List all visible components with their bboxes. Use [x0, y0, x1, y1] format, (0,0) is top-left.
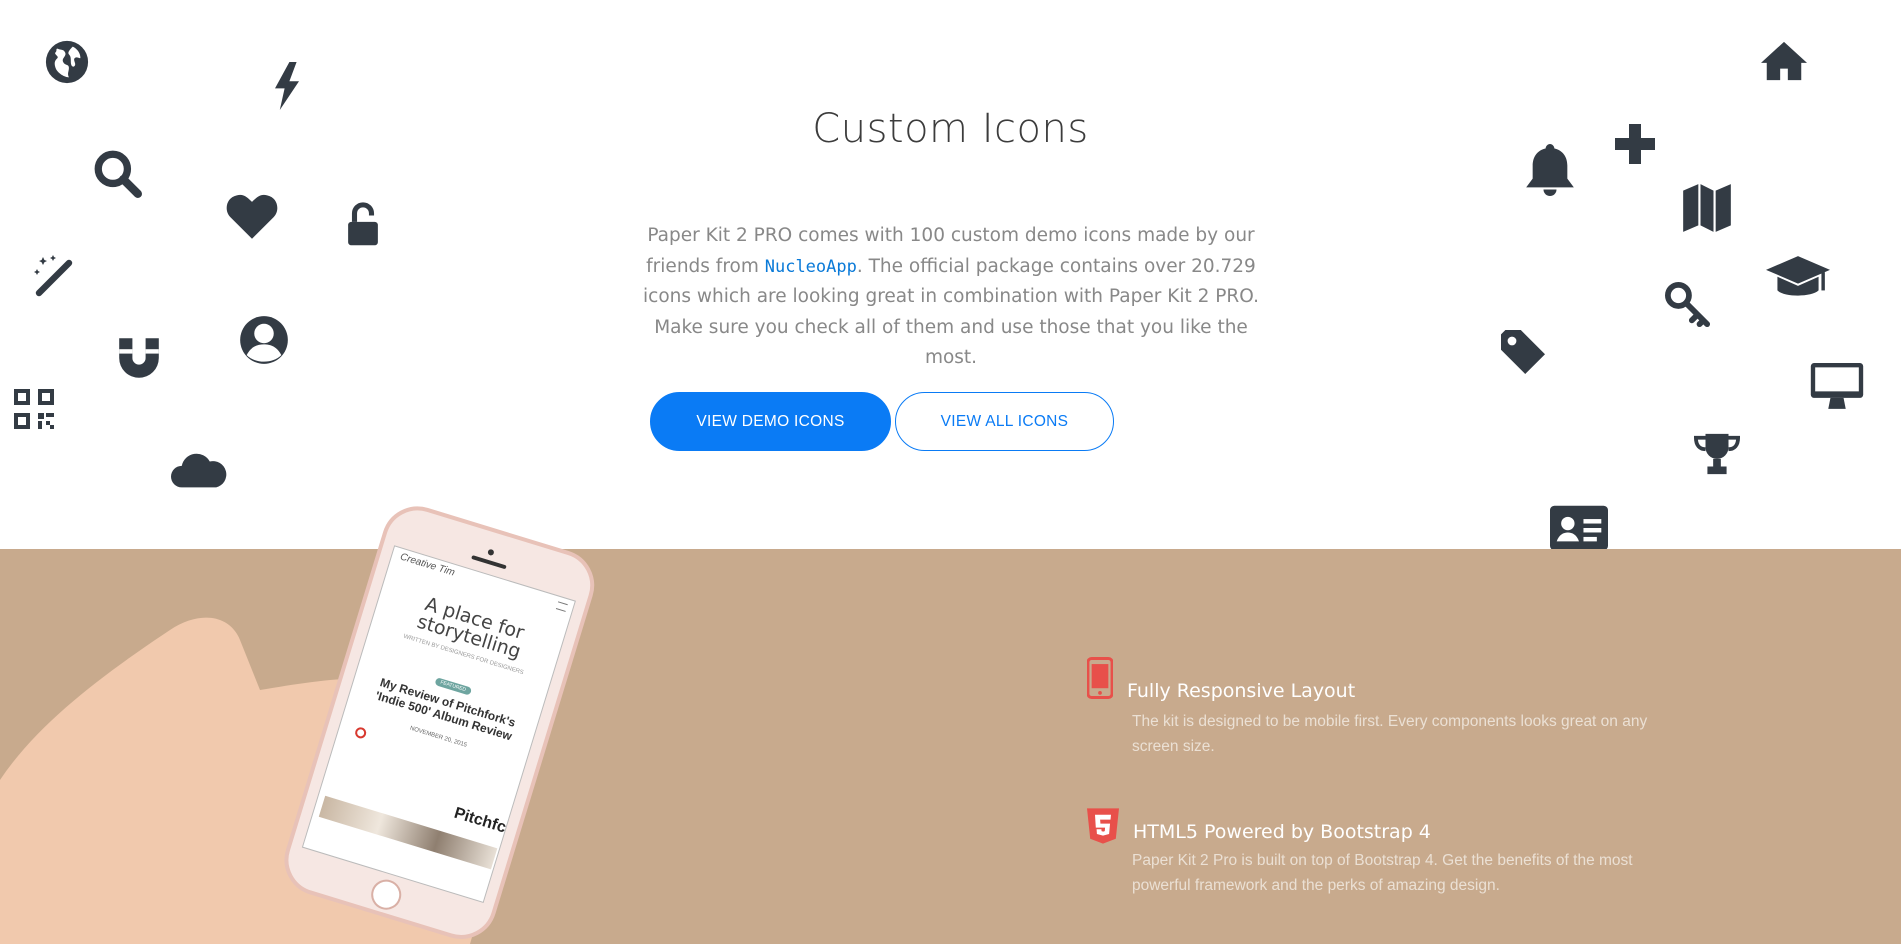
- lightning-icon: [272, 62, 302, 110]
- magic-wand-icon: [33, 251, 81, 299]
- user-circle-icon: [238, 314, 290, 366]
- magnet-icon: [117, 336, 161, 380]
- home-icon: [1761, 41, 1807, 81]
- trophy-icon: [1693, 432, 1741, 478]
- icons-section: Custom Icons Paper Kit 2 PRO comes with …: [0, 0, 1901, 551]
- phone-record-icon: [353, 725, 368, 740]
- phone-footer-brand: Pitchfc: [452, 804, 509, 837]
- id-card-icon: [1550, 505, 1608, 551]
- unlock-icon: [346, 202, 380, 246]
- mobile-phone-icon: [1087, 657, 1113, 699]
- section-title: Custom Icons: [812, 106, 1089, 152]
- search-icon: [92, 148, 142, 198]
- view-all-icons-button[interactable]: VIEW ALL ICONS: [895, 392, 1114, 451]
- qr-code-icon: [14, 389, 54, 429]
- map-icon: [1681, 182, 1733, 234]
- tag-icon: [1501, 330, 1545, 374]
- feature-text-html5: Paper Kit 2 Pro is built on top of Boots…: [1132, 852, 1633, 894]
- heart-icon: [226, 193, 278, 239]
- view-demo-icons-button[interactable]: VIEW DEMO ICONS: [650, 392, 891, 451]
- section-description: Paper Kit 2 PRO comes with 100 custom de…: [640, 221, 1262, 374]
- key-icon: [1664, 282, 1712, 328]
- phone-in-hand-image: Creative Tim A place for storytelling WR…: [0, 480, 600, 944]
- graduation-cap-icon: [1766, 256, 1830, 302]
- feature-text-responsive: The kit is designed to be mobile first. …: [1132, 713, 1648, 755]
- phone-menu-icon: [555, 601, 568, 612]
- monitor-icon: [1810, 363, 1864, 411]
- html5-icon: [1087, 808, 1119, 844]
- nucleoapp-link[interactable]: NucleoApp: [765, 257, 857, 277]
- feature-title-responsive: Fully Responsive Layout: [1127, 680, 1356, 702]
- feature-title-html5: HTML5 Powered by Bootstrap 4: [1133, 821, 1431, 843]
- globe-icon: [44, 39, 90, 85]
